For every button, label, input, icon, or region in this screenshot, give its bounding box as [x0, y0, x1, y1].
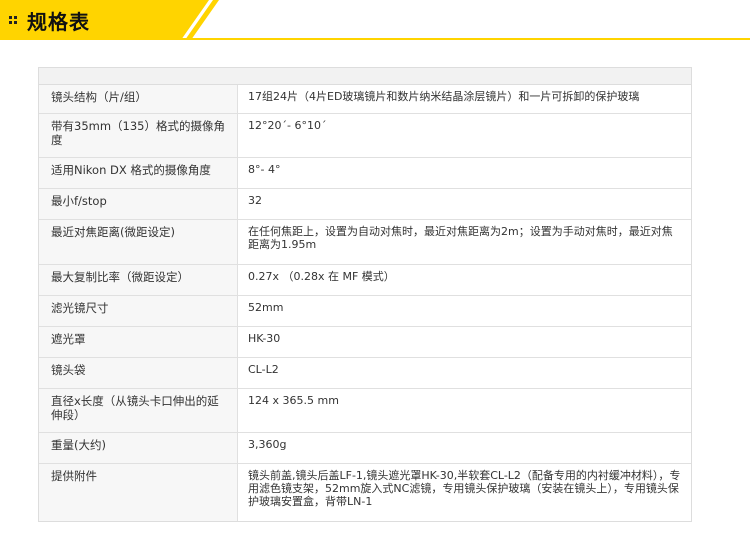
spec-row: 重量(大约) 3,360g [39, 433, 691, 464]
spec-value: 8°- 4° [238, 158, 691, 188]
spec-row: 滤光镜尺寸 52mm [39, 296, 691, 327]
spec-label: 提供附件 [39, 464, 238, 521]
header-underline [0, 38, 750, 40]
spec-label: 滤光镜尺寸 [39, 296, 238, 326]
spec-value: 17组24片（4片ED玻璃镜片和数片纳米结晶涂层镜片）和一片可拆卸的保护玻璃 [238, 85, 691, 113]
spec-table: 镜头结构（片/组） 17组24片（4片ED玻璃镜片和数片纳米结晶涂层镜片）和一片… [38, 67, 692, 522]
grid-dots-icon [9, 16, 18, 25]
spec-label: 镜头袋 [39, 358, 238, 388]
spec-value: HK-30 [238, 327, 691, 357]
spec-value: 镜头前盖,镜头后盖LF-1,镜头遮光罩HK-30,半软套CL-L2（配备专用的内… [238, 464, 691, 521]
spec-value: 在任何焦距上，设置为自动对焦时，最近对焦距离为2m；设置为手动对焦时，最近对焦距… [238, 220, 691, 264]
spec-value: 12°20´- 6°10´ [238, 114, 691, 157]
spec-table-top-bar [39, 68, 691, 85]
spec-value: 52mm [238, 296, 691, 326]
spec-label: 最近对焦距离(微距设定) [39, 220, 238, 264]
spec-row: 镜头结构（片/组） 17组24片（4片ED玻璃镜片和数片纳米结晶涂层镜片）和一片… [39, 85, 691, 114]
spec-value: 124 x 365.5 mm [238, 389, 691, 432]
spec-label: 适用Nikon DX 格式的摄像角度 [39, 158, 238, 188]
spec-label: 最小f/stop [39, 189, 238, 219]
spec-label: 镜头结构（片/组） [39, 85, 238, 113]
spec-value: 32 [238, 189, 691, 219]
spec-label: 最大复制比率（微距设定） [39, 265, 238, 295]
spec-row: 带有35mm（135）格式的摄像角度 12°20´- 6°10´ [39, 114, 691, 158]
spec-label: 遮光罩 [39, 327, 238, 357]
spec-row: 遮光罩 HK-30 [39, 327, 691, 358]
spec-label: 带有35mm（135）格式的摄像角度 [39, 114, 238, 157]
spec-row: 镜头袋 CL-L2 [39, 358, 691, 389]
spec-value: 0.27x （0.28x 在 MF 模式） [238, 265, 691, 295]
spec-row: 最小f/stop 32 [39, 189, 691, 220]
spec-label: 直径x长度（从镜头卡口伸出的延伸段） [39, 389, 238, 432]
spec-label: 重量(大约) [39, 433, 238, 463]
spec-value: 3,360g [238, 433, 691, 463]
spec-row: 直径x长度（从镜头卡口伸出的延伸段） 124 x 365.5 mm [39, 389, 691, 433]
spec-row: 适用Nikon DX 格式的摄像角度 8°- 4° [39, 158, 691, 189]
spec-row: 最大复制比率（微距设定） 0.27x （0.28x 在 MF 模式） [39, 265, 691, 296]
page-title: 规格表 [27, 10, 90, 34]
spec-row: 最近对焦距离(微距设定) 在任何焦距上，设置为自动对焦时，最近对焦距离为2m；设… [39, 220, 691, 265]
spec-row: 提供附件 镜头前盖,镜头后盖LF-1,镜头遮光罩HK-30,半软套CL-L2（配… [39, 464, 691, 521]
spec-value: CL-L2 [238, 358, 691, 388]
section-header: 规格表 [0, 0, 750, 40]
